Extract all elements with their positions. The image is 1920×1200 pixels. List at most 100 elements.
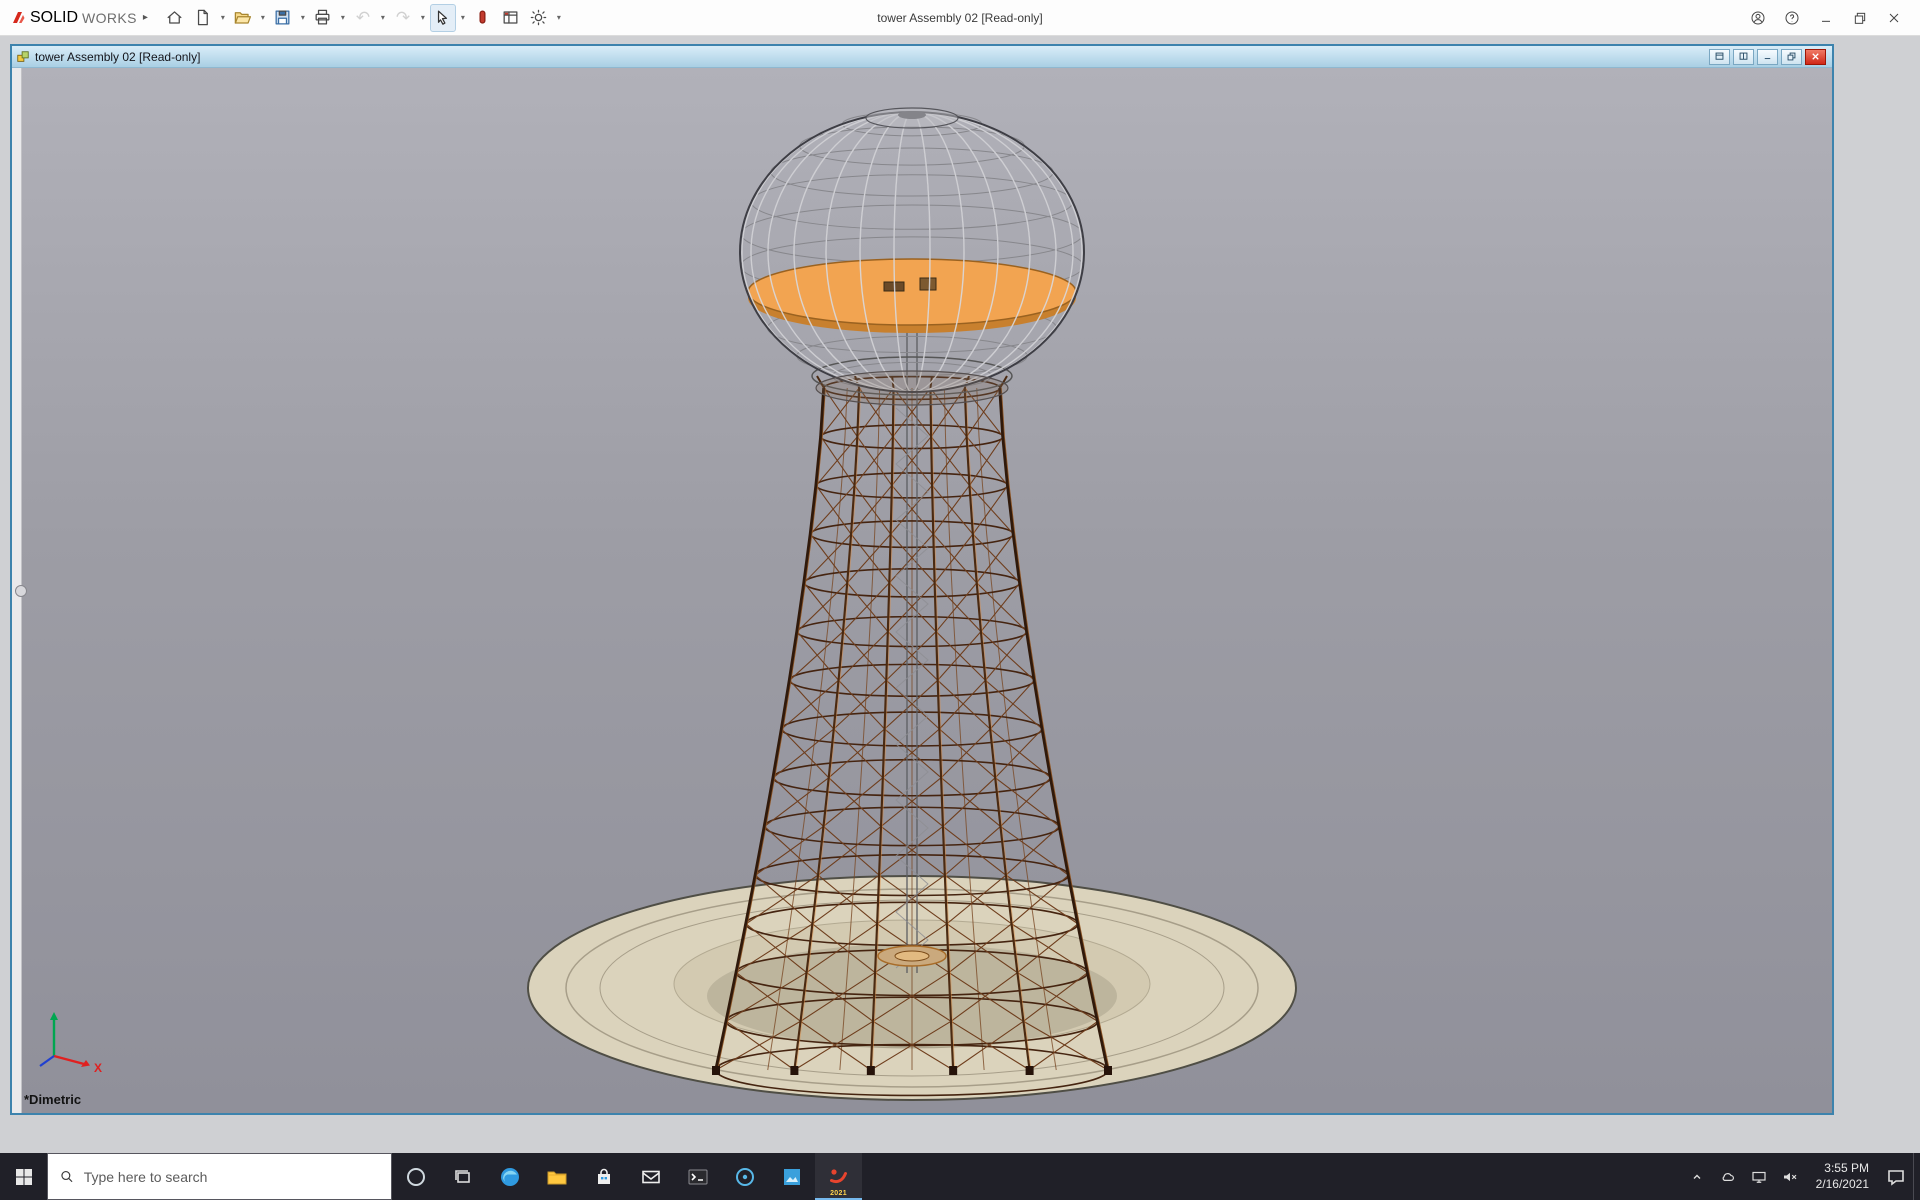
- console-icon: [686, 1165, 710, 1189]
- open-button[interactable]: [230, 4, 256, 32]
- network-icon: [1750, 1168, 1768, 1186]
- doc-minimize-button[interactable]: [1757, 49, 1778, 65]
- cortana-button[interactable]: [392, 1153, 439, 1200]
- chevron-up-icon: [1688, 1168, 1706, 1186]
- undo-caret-icon[interactable]: ▾: [378, 13, 388, 22]
- menu-expand-icon[interactable]: ▸: [143, 12, 148, 23]
- doc-close-icon: [1810, 51, 1821, 62]
- store-button[interactable]: [580, 1153, 627, 1200]
- options-caret-icon[interactable]: ▾: [554, 13, 564, 22]
- mouse-gesture-icon: [473, 8, 492, 27]
- open-caret-icon[interactable]: ▾: [258, 13, 268, 22]
- redo-button[interactable]: ↷: [390, 4, 416, 32]
- quick-access-toolbar: ▾ ▾ ▾ ▾ ↶ ▾ ↷ ▾ ▾ ▾: [162, 4, 564, 32]
- app-window-title: tower Assembly 02 [Read-only]: [877, 11, 1042, 25]
- doc-restore-icon: [1786, 51, 1797, 62]
- select-caret-icon[interactable]: ▾: [458, 13, 468, 22]
- cortana-icon: [404, 1165, 428, 1189]
- select-cursor-icon: [433, 8, 452, 27]
- task-view-button[interactable]: [439, 1153, 486, 1200]
- svg-text:X: X: [94, 1061, 102, 1075]
- search-input[interactable]: [84, 1169, 380, 1185]
- photos-button[interactable]: [768, 1153, 815, 1200]
- edge-icon: [498, 1165, 522, 1189]
- save-button[interactable]: [270, 4, 296, 32]
- restore-icon: [1852, 10, 1868, 26]
- view-orientation-label: *Dimetric: [24, 1092, 81, 1107]
- doc-close-button[interactable]: [1805, 49, 1826, 65]
- home-icon: [165, 8, 184, 27]
- tower-3d-model: X: [12, 68, 1832, 1113]
- solidworks-app-icon: [827, 1165, 851, 1189]
- doc-cascade-button[interactable]: [1709, 49, 1730, 65]
- account-button[interactable]: [1742, 4, 1774, 32]
- options-button[interactable]: [526, 4, 552, 32]
- tile-icon: [1738, 51, 1749, 62]
- brand-solid: SOLID: [30, 9, 78, 27]
- brand-works: WORKS: [82, 10, 137, 26]
- file-explorer-button[interactable]: [533, 1153, 580, 1200]
- print-icon: [313, 8, 332, 27]
- select-tool-button[interactable]: [430, 4, 456, 32]
- console-button[interactable]: [674, 1153, 721, 1200]
- new-document-button[interactable]: [190, 4, 216, 32]
- edge-button[interactable]: [486, 1153, 533, 1200]
- tray-expand-button[interactable]: [1682, 1153, 1713, 1200]
- action-center-button[interactable]: [1879, 1153, 1913, 1200]
- undo-button[interactable]: ↶: [350, 4, 376, 32]
- ds-logo-icon: [10, 10, 26, 26]
- minimize-button[interactable]: [1810, 4, 1842, 32]
- search-icon: [59, 1168, 75, 1185]
- windows-taskbar: 2021 3:55 PM 2/16/2021: [0, 1153, 1920, 1200]
- help-button[interactable]: [1776, 4, 1808, 32]
- doc-tile-button[interactable]: [1733, 49, 1754, 65]
- avatar-icon: [1750, 10, 1766, 26]
- restore-button[interactable]: [1844, 4, 1876, 32]
- taskbar-clock[interactable]: 3:55 PM 2/16/2021: [1806, 1153, 1879, 1200]
- print-button[interactable]: [310, 4, 336, 32]
- solidworks-version-badge: 2021: [830, 1190, 847, 1197]
- clock-date: 2/16/2021: [1816, 1177, 1869, 1193]
- taskbar-search[interactable]: [47, 1153, 392, 1200]
- media-player-icon: [733, 1165, 757, 1189]
- store-icon: [592, 1165, 616, 1189]
- open-folder-icon: [233, 8, 252, 27]
- solidworks-taskbar-button[interactable]: 2021: [815, 1153, 862, 1200]
- document-titlebar[interactable]: tower Assembly 02 [Read-only]: [12, 46, 1832, 68]
- redo-caret-icon[interactable]: ▾: [418, 13, 428, 22]
- volume-muted-icon: [1781, 1168, 1799, 1186]
- start-button[interactable]: [0, 1153, 47, 1200]
- print-caret-icon[interactable]: ▾: [338, 13, 348, 22]
- solidworks-logo: SOLIDWORKS ▸: [10, 9, 148, 27]
- app-titlebar: SOLIDWORKS ▸ ▾ ▾ ▾ ▾ ↶ ▾ ↷ ▾ ▾ ▾ tower A…: [0, 0, 1920, 36]
- close-button[interactable]: [1878, 4, 1910, 32]
- mail-button[interactable]: [627, 1153, 674, 1200]
- onedrive-tray-button[interactable]: [1713, 1153, 1744, 1200]
- home-button[interactable]: [162, 4, 188, 32]
- media-player-button[interactable]: [721, 1153, 768, 1200]
- graphics-viewport[interactable]: X *Dimetric: [12, 68, 1832, 1113]
- new-document-icon: [193, 8, 212, 27]
- minimize-icon: [1818, 10, 1834, 26]
- help-icon: [1784, 10, 1800, 26]
- show-desktop-button[interactable]: [1913, 1153, 1920, 1200]
- mouse-gesture-button[interactable]: [470, 4, 496, 32]
- new-document-caret-icon[interactable]: ▾: [218, 13, 228, 22]
- document-title: tower Assembly 02 [Read-only]: [35, 50, 200, 64]
- save-caret-icon[interactable]: ▾: [298, 13, 308, 22]
- system-tray: [1682, 1153, 1806, 1200]
- panel-splitter-handle[interactable]: [15, 585, 27, 597]
- volume-tray-button[interactable]: [1775, 1153, 1806, 1200]
- action-center-icon: [1884, 1165, 1908, 1189]
- document-window-controls: [1709, 49, 1828, 65]
- cloud-icon: [1719, 1168, 1737, 1186]
- network-tray-button[interactable]: [1744, 1153, 1775, 1200]
- doc-restore-button[interactable]: [1781, 49, 1802, 65]
- windows-logo-icon: [12, 1165, 36, 1189]
- file-explorer-icon: [545, 1165, 569, 1189]
- design-checker-icon: [501, 8, 520, 27]
- cascade-icon: [1714, 51, 1725, 62]
- undo-icon: ↶: [356, 9, 370, 26]
- design-checker-button[interactable]: [498, 4, 524, 32]
- clock-time: 3:55 PM: [1824, 1161, 1869, 1177]
